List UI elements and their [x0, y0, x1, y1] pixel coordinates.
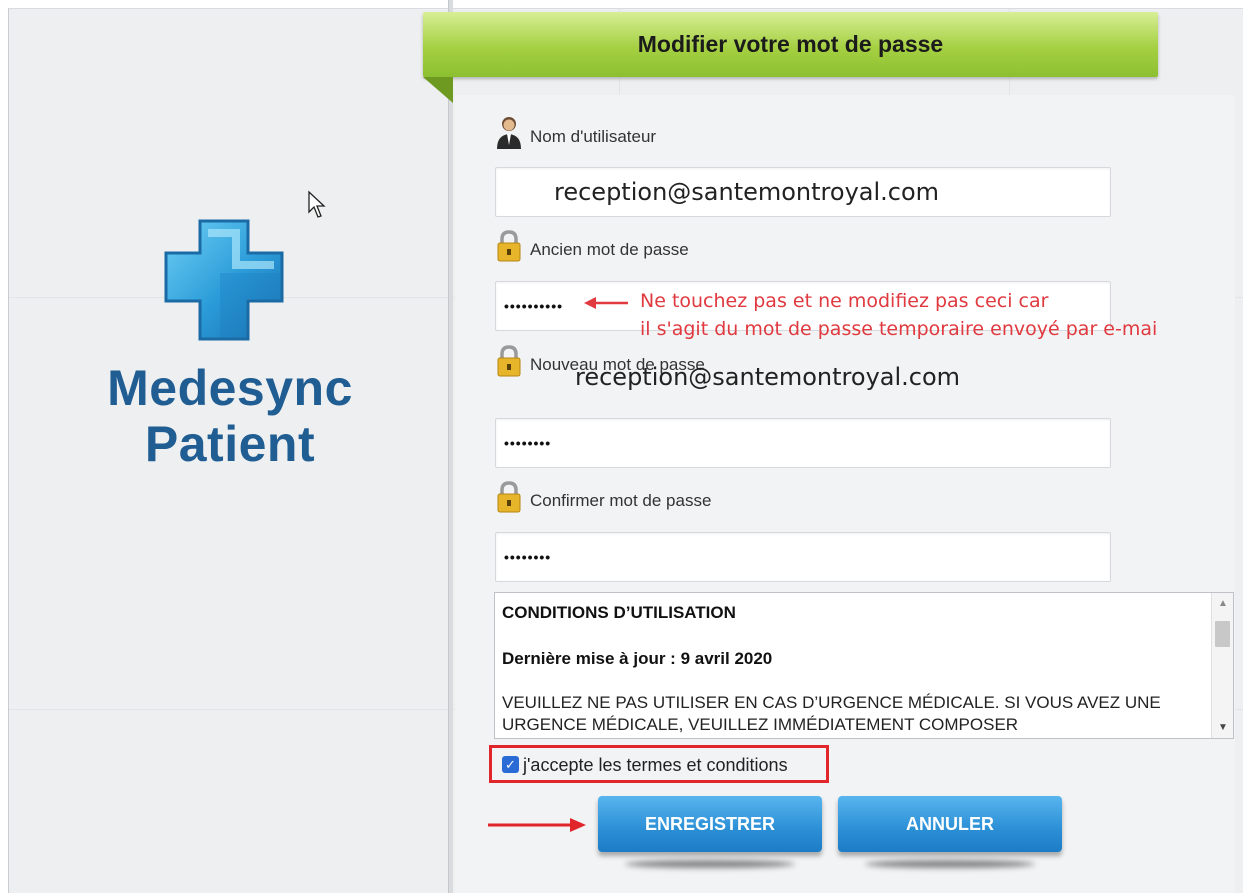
- overlay-email-text: reception@santemontroyal.com: [575, 363, 961, 391]
- username-field[interactable]: reception@santemontroyal.com: [495, 167, 1111, 217]
- terms-body: VEUILLEZ NE PAS UTILISER EN CAS D’URGENC…: [502, 693, 1161, 734]
- lock-icon: [497, 481, 521, 513]
- brand-line-2: Patient: [144, 416, 316, 472]
- user-icon: [497, 117, 521, 149]
- accept-terms-checkbox[interactable]: ✓: [502, 756, 519, 773]
- save-button[interactable]: ENREGISTRER: [598, 796, 822, 852]
- confirm-password-label: Confirmer mot de passe: [530, 491, 712, 510]
- brand-name: Medesync Patient: [60, 360, 400, 472]
- cancel-button[interactable]: ANNULER: [838, 796, 1062, 852]
- username-value: reception@santemontroyal.com: [554, 178, 940, 206]
- accept-terms-highlight: ✓ j'accepte les termes et conditions: [489, 745, 829, 783]
- lock-icon: [497, 230, 521, 262]
- scroll-up-arrow-icon[interactable]: ▲: [1218, 598, 1228, 609]
- annotation-arrow-right-icon: [488, 818, 586, 832]
- accept-terms-label[interactable]: j'accepte les termes et conditions: [523, 755, 788, 776]
- terms-updated-date: Dernière mise à jour : 9 avril 2020: [502, 649, 773, 668]
- scroll-down-arrow-icon[interactable]: ▼: [1218, 722, 1228, 733]
- annotation-line-2: il s'agit du mot de passe temporaire env…: [640, 318, 1158, 340]
- terms-textarea[interactable]: CONDITIONS D’UTILISATION Dernière mise à…: [494, 592, 1234, 739]
- new-password-mask: ••••••••: [504, 435, 552, 451]
- username-label: Nom d'utilisateur: [530, 127, 657, 146]
- mouse-pointer-icon: [308, 190, 326, 218]
- button-shadow: [865, 860, 1035, 868]
- page-title: Modifier votre mot de passe: [423, 12, 1158, 77]
- old-password-label: Ancien mot de passe: [530, 240, 689, 259]
- button-shadow: [625, 860, 795, 868]
- scroll-thumb[interactable]: [1215, 621, 1230, 647]
- new-password-field[interactable]: ••••••••: [495, 418, 1111, 468]
- old-password-mask: ••••••••••: [504, 298, 564, 314]
- brand-line-1: Medesync: [107, 360, 353, 416]
- lock-icon: [497, 345, 521, 377]
- medical-cross-logo-icon: [164, 219, 284, 341]
- terms-title: CONDITIONS D’UTILISATION: [502, 603, 736, 622]
- annotation-arrow-left-icon: [584, 297, 628, 309]
- panel-divider: [448, 0, 453, 893]
- annotation-line-1: Ne touchez pas et ne modifiez pas ceci c…: [640, 290, 1049, 312]
- terms-scrollbar[interactable]: ▲ ▼: [1211, 593, 1233, 738]
- confirm-password-mask: ••••••••: [504, 549, 552, 565]
- confirm-password-field[interactable]: ••••••••: [495, 532, 1111, 582]
- banner-fold: [423, 77, 453, 103]
